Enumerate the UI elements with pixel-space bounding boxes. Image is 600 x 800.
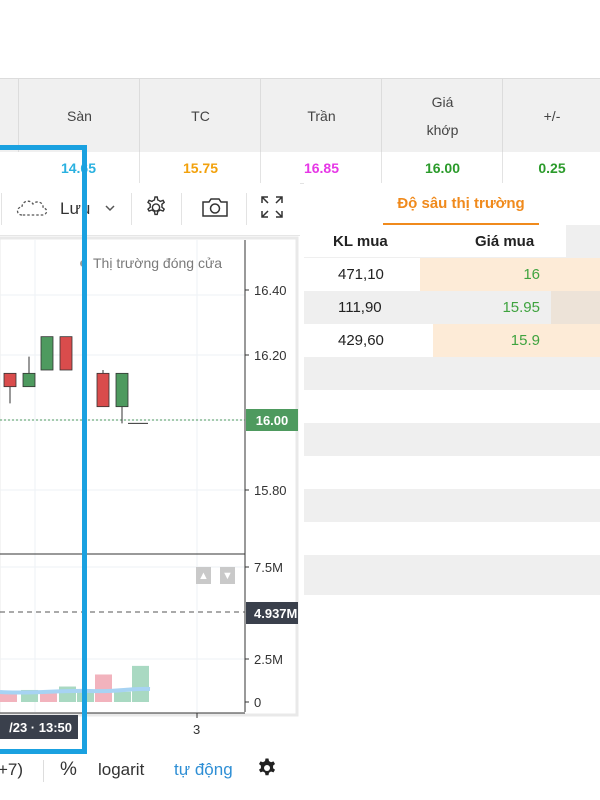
bottom-bar-divider	[43, 760, 44, 782]
chevron-down-icon	[104, 200, 116, 218]
chart-toolbar: Lưu	[0, 183, 300, 236]
header-filler	[566, 225, 600, 257]
empty-row	[304, 357, 600, 390]
arrow-up-icon: ▲	[198, 569, 209, 582]
order-book-panel: Độ sâu thị trường KL mua Giá mua 471,10 …	[304, 183, 600, 595]
price-change: 0.25	[502, 152, 600, 183]
percent-scale-button[interactable]: %	[60, 748, 77, 792]
volume-axis-label: 7.5M	[254, 560, 283, 575]
buy-volume: 429,60	[338, 332, 384, 349]
fullscreen-icon	[259, 194, 285, 225]
empty-row	[304, 423, 600, 456]
pane-frame	[0, 236, 299, 717]
order-book-tabbar: Độ sâu thị trường	[304, 183, 600, 226]
empty-row	[304, 489, 600, 522]
empty-row	[304, 555, 600, 595]
col-buy-price: Giá mua	[475, 232, 535, 250]
depth-bar	[551, 291, 600, 324]
match-price: 16.00	[381, 152, 503, 183]
empty-row	[304, 456, 600, 489]
candle-body	[3, 372, 17, 388]
timezone-button[interactable]: +7)	[0, 748, 23, 792]
toolbar-divider	[1, 193, 2, 225]
ceiling-price: 16.85	[260, 152, 382, 183]
scale-down-button[interactable]: ▼	[220, 567, 235, 584]
price-axis-label: 16.40	[254, 283, 287, 298]
buy-price: 15.9	[510, 332, 540, 349]
log-scale-button[interactable]: logarit	[98, 748, 144, 792]
settings-gear-icon	[142, 193, 170, 226]
volume-bar	[114, 691, 131, 702]
scale-settings-button[interactable]	[256, 748, 278, 792]
chart-settings-button[interactable]	[132, 183, 180, 235]
header-ceiling: Trần	[260, 79, 382, 153]
crosshair-time-tag: /23 · 13:50	[0, 715, 78, 739]
buy-volume: 471,10	[338, 266, 384, 283]
candles-layer	[3, 336, 148, 424]
header-match-price: Giá khớp	[381, 79, 503, 153]
scale-up-button[interactable]: ▲	[196, 567, 211, 584]
market-status-text: Thị trường đóng cửa	[93, 255, 223, 271]
buy-price: 16	[523, 266, 540, 283]
volume-axis-labels: 7.5M 2.5M 0	[245, 560, 283, 710]
depth-bar	[420, 258, 600, 291]
last-volume-tag: 4.937M	[246, 602, 298, 624]
floor-price: 14.65	[60, 159, 97, 176]
order-row[interactable]: 471,10 16	[304, 258, 600, 291]
auto-scale-button[interactable]: tự động	[174, 748, 233, 792]
toolbar-divider	[246, 193, 247, 225]
price-axis-labels: 16.40 16.20 15.80	[245, 283, 287, 498]
market-status: Thị trường đóng cửa	[80, 255, 222, 271]
fullscreen-button[interactable]	[250, 183, 294, 235]
volume-bar	[40, 693, 57, 702]
reference-price: 15.75	[139, 152, 261, 183]
last-price-tag: 16.00	[246, 409, 298, 431]
price-value-row: 14.65 15.75 16.85 16.00 0.25	[0, 152, 600, 184]
volume-bar	[59, 686, 76, 702]
header-reference: TC	[139, 79, 261, 153]
candle-body	[115, 372, 129, 408]
col-buy-volume: KL mua	[333, 232, 388, 250]
buy-price: 15.95	[502, 299, 540, 316]
buy-volume: 111,90	[338, 299, 382, 316]
camera-icon	[200, 195, 230, 224]
time-axis-tick: 3	[193, 722, 200, 737]
volume-axis-label: 2.5M	[254, 652, 283, 667]
volume-axis-label: 0	[254, 695, 261, 710]
empty-row	[304, 390, 600, 423]
volume-bar	[132, 665, 149, 702]
toolbar-divider	[181, 193, 182, 225]
tab-market-depth[interactable]: Độ sâu thị trường	[383, 183, 539, 226]
chart-grid	[0, 240, 245, 712]
save-label: Lưu	[60, 199, 91, 218]
order-book-header: KL mua Giá mua	[304, 225, 600, 257]
price-axis-label: 16.20	[254, 348, 287, 363]
arrow-down-icon: ▼	[222, 569, 233, 582]
candle-body	[40, 336, 54, 371]
volume-layer	[0, 665, 149, 702]
cloud-icon	[14, 195, 50, 224]
status-dot-icon	[80, 259, 87, 267]
chart-bottom-bar: +7) % logarit tự động	[0, 748, 300, 792]
header-floor: Sàn	[18, 79, 140, 153]
order-row[interactable]: 111,90 15.95	[304, 291, 600, 324]
price-header-row: Sàn TC Trần Giá khớp +/-	[0, 78, 600, 154]
save-layout-button[interactable]: Lưu	[14, 183, 130, 235]
volume-bar	[95, 674, 112, 702]
empty-row	[304, 522, 600, 555]
order-row[interactable]: 429,60 15.9	[304, 324, 600, 357]
candle-body	[59, 336, 73, 371]
settings-gear-icon	[256, 757, 278, 784]
header-change: +/-	[502, 79, 600, 153]
candle-body	[96, 372, 110, 408]
chart-canvas[interactable]: 16.40 16.20 15.80 7.5M 2.5M 0 3	[0, 235, 300, 740]
price-axis-label: 15.80	[254, 483, 287, 498]
screenshot-button[interactable]	[190, 183, 240, 235]
candle-body	[22, 372, 36, 388]
